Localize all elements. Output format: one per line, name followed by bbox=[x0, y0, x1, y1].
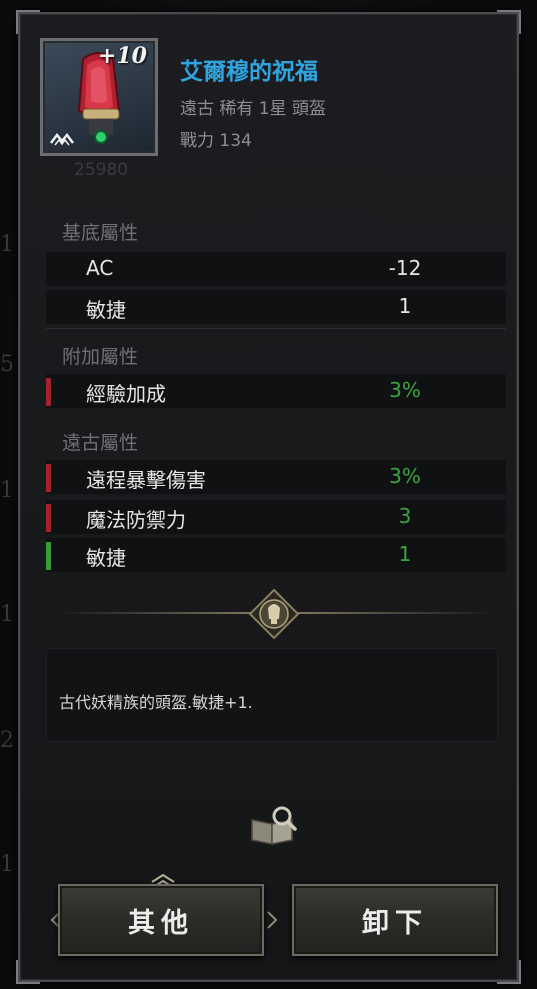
background-number: 1 bbox=[0, 232, 14, 257]
stat-value: -12 bbox=[388, 256, 422, 280]
section-title-extra: 附加屬性 bbox=[62, 346, 139, 368]
chevron-right-icon bbox=[267, 911, 278, 929]
item-icon-frame: +10 bbox=[40, 38, 158, 156]
stat-name: AC bbox=[86, 256, 114, 280]
stat-row: 敏捷 1 bbox=[46, 290, 506, 324]
ancient-wings-icon bbox=[50, 132, 74, 146]
panel-corner bbox=[16, 960, 40, 984]
panel-corner bbox=[497, 10, 521, 34]
background-number: 1 bbox=[0, 602, 14, 627]
row-divider bbox=[46, 328, 506, 329]
stat-value: 3 bbox=[398, 504, 412, 528]
stat-value: 3% bbox=[389, 378, 421, 402]
item-power: 戰力 134 bbox=[180, 131, 252, 151]
helmet-emblem-icon bbox=[248, 588, 300, 640]
stat-row: 魔法防禦力 3 bbox=[46, 500, 506, 534]
item-tooltip-panel: +10 25980 艾爾穆的祝福 遠古 稀有 1星 頭盔 戰力 134 基底屬性… bbox=[16, 10, 521, 984]
stat-row: AC -12 bbox=[46, 252, 506, 286]
background-number: 1 bbox=[0, 852, 14, 877]
stat-mark-red bbox=[46, 464, 51, 492]
stat-name: 經驗加成 bbox=[86, 382, 166, 406]
stat-value: 3% bbox=[389, 464, 421, 488]
item-description: 古代妖精族的頭盔.敏捷+1. bbox=[59, 693, 253, 712]
stat-name: 魔法防禦力 bbox=[86, 508, 186, 532]
enhance-level: +10 bbox=[97, 43, 147, 69]
stat-value: 1 bbox=[398, 294, 412, 318]
panel-corner bbox=[497, 960, 521, 984]
stat-name: 敏捷 bbox=[86, 298, 126, 322]
background-number: 2 bbox=[0, 728, 14, 753]
stat-row: 經驗加成 3% bbox=[46, 374, 506, 408]
stat-name: 敏捷 bbox=[86, 546, 126, 570]
stat-value: 1 bbox=[398, 542, 412, 566]
stat-mark-red bbox=[46, 378, 51, 406]
unequip-button[interactable]: 卸下 bbox=[292, 884, 498, 956]
background-number: 5 bbox=[0, 352, 14, 377]
stat-row: 敏捷 1 bbox=[46, 538, 506, 572]
item-name: 艾爾穆的祝福 bbox=[180, 59, 318, 85]
stat-row: 遠程暴擊傷害 3% bbox=[46, 460, 506, 494]
stat-mark-red bbox=[46, 504, 51, 532]
stat-mark-green bbox=[46, 542, 51, 570]
section-title-base: 基底屬性 bbox=[62, 222, 139, 244]
description-box: 古代妖精族的頭盔.敏捷+1. bbox=[46, 648, 498, 742]
gear-score: 25980 bbox=[74, 160, 129, 180]
section-title-ancient: 遠古屬性 bbox=[62, 432, 139, 454]
book-search-icon[interactable] bbox=[248, 804, 300, 848]
background-number: 1 bbox=[0, 478, 14, 503]
item-meta: 遠古 稀有 1星 頭盔 bbox=[180, 99, 327, 119]
stat-name: 遠程暴擊傷害 bbox=[86, 468, 206, 492]
panel-corner bbox=[16, 10, 40, 34]
other-button[interactable]: 其他 bbox=[58, 884, 264, 956]
